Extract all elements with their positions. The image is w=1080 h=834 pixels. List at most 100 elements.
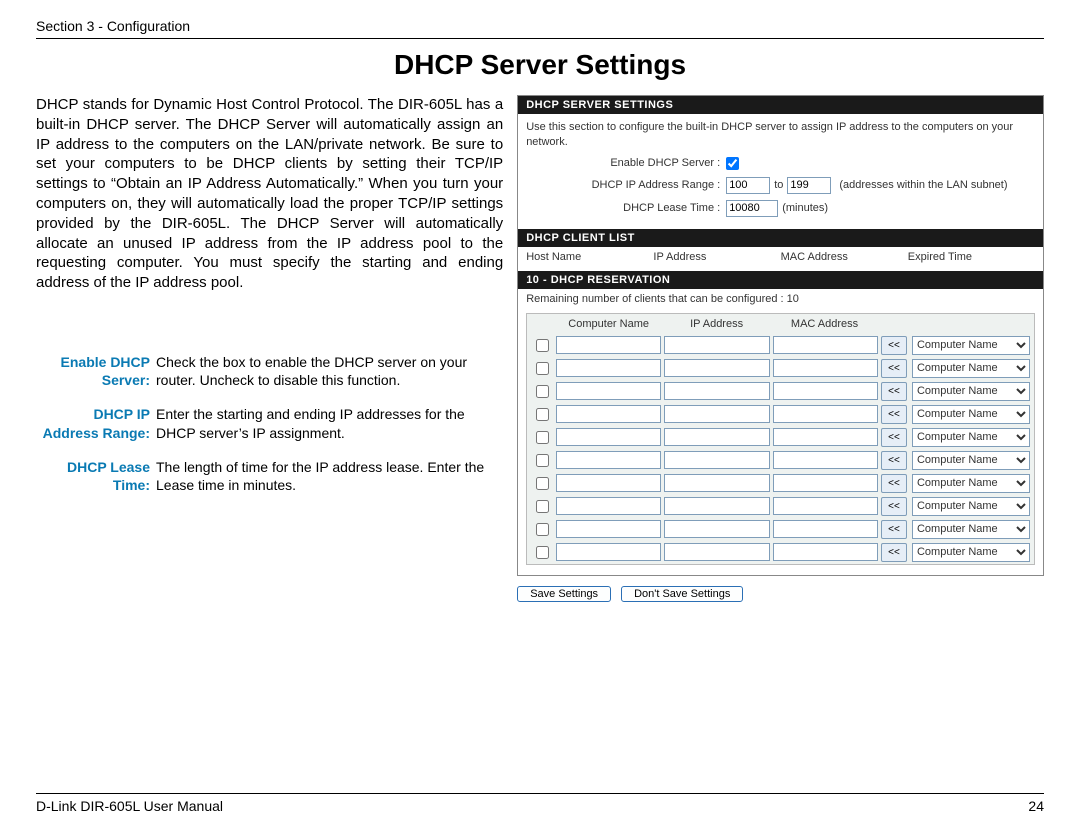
- range-end-input[interactable]: [787, 177, 831, 194]
- reservation-computer-input[interactable]: [556, 474, 661, 492]
- reservation-ip-input[interactable]: [664, 359, 769, 377]
- copy-from-list-button[interactable]: <<: [881, 497, 907, 516]
- reservation-row: << Computer Name: [527, 357, 1034, 380]
- reservation-mac-input[interactable]: [773, 405, 878, 423]
- reservation-ip-input[interactable]: [664, 543, 769, 561]
- reservation-ip-input[interactable]: [664, 336, 769, 354]
- client-column-header: Host Name: [526, 251, 653, 263]
- reservation-computer-select[interactable]: Computer Name: [912, 428, 1030, 447]
- reservation-row: << Computer Name: [527, 426, 1034, 449]
- reservation-enable-checkbox[interactable]: [536, 431, 549, 444]
- divider: [36, 38, 1044, 39]
- reservation-computer-select[interactable]: Computer Name: [912, 451, 1030, 470]
- res-header-ip: IP Address: [664, 318, 769, 330]
- lease-input[interactable]: [726, 200, 778, 217]
- client-column-header: Expired Time: [908, 251, 1035, 263]
- reservation-mac-input[interactable]: [773, 474, 878, 492]
- res-header-computer: Computer Name: [556, 318, 661, 330]
- copy-from-list-button[interactable]: <<: [881, 336, 907, 355]
- reservation-mac-input[interactable]: [773, 336, 878, 354]
- reservation-computer-input[interactable]: [556, 382, 661, 400]
- section-label: Section 3 - Configuration: [36, 18, 1044, 34]
- copy-from-list-button[interactable]: <<: [881, 451, 907, 470]
- reservation-row: << Computer Name: [527, 518, 1034, 541]
- reservation-enable-checkbox[interactable]: [536, 339, 549, 352]
- reservation-computer-select[interactable]: Computer Name: [912, 520, 1030, 539]
- copy-from-list-button[interactable]: <<: [881, 405, 907, 424]
- range-note: (addresses within the LAN subnet): [839, 178, 1007, 193]
- reservation-enable-checkbox[interactable]: [536, 454, 549, 467]
- reservation-enable-checkbox[interactable]: [536, 385, 549, 398]
- client-column-header: MAC Address: [781, 251, 908, 263]
- page-title: DHCP Server Settings: [36, 49, 1044, 81]
- reservation-ip-input[interactable]: [664, 497, 769, 515]
- reservation-enable-checkbox[interactable]: [536, 523, 549, 536]
- reservation-computer-select[interactable]: Computer Name: [912, 336, 1030, 355]
- reservation-row: << Computer Name: [527, 403, 1034, 426]
- def-desc: Enter the starting and ending IP address…: [156, 405, 503, 441]
- range-start-input[interactable]: [726, 177, 770, 194]
- intro-paragraph: DHCP stands for Dynamic Host Control Pro…: [36, 95, 503, 293]
- reservation-ip-input[interactable]: [664, 474, 769, 492]
- reservation-ip-input[interactable]: [664, 382, 769, 400]
- reservation-computer-input[interactable]: [556, 543, 661, 561]
- copy-from-list-button[interactable]: <<: [881, 520, 907, 539]
- reservation-row: << Computer Name: [527, 495, 1034, 518]
- client-column-header: IP Address: [653, 251, 780, 263]
- reservation-row: << Computer Name: [527, 334, 1034, 357]
- reservation-mac-input[interactable]: [773, 428, 878, 446]
- reservation-computer-input[interactable]: [556, 405, 661, 423]
- reservation-enable-checkbox[interactable]: [536, 477, 549, 490]
- reservation-enable-checkbox[interactable]: [536, 362, 549, 375]
- footer-page-number: 24: [1028, 798, 1044, 814]
- reservation-computer-select[interactable]: Computer Name: [912, 405, 1030, 424]
- reservation-computer-input[interactable]: [556, 336, 661, 354]
- reservation-computer-select[interactable]: Computer Name: [912, 474, 1030, 493]
- copy-from-list-button[interactable]: <<: [881, 382, 907, 401]
- reservation-enable-checkbox[interactable]: [536, 408, 549, 421]
- enable-dhcp-label: Enable DHCP Server :: [526, 156, 726, 171]
- reservation-computer-input[interactable]: [556, 428, 661, 446]
- panel-header-clients: DHCP CLIENT LIST: [518, 229, 1043, 247]
- reservation-computer-input[interactable]: [556, 520, 661, 538]
- reservation-ip-input[interactable]: [664, 451, 769, 469]
- copy-from-list-button[interactable]: <<: [881, 428, 907, 447]
- reservation-enable-checkbox[interactable]: [536, 500, 549, 513]
- copy-from-list-button[interactable]: <<: [881, 543, 907, 562]
- enable-dhcp-checkbox[interactable]: [726, 157, 739, 170]
- reservation-mac-input[interactable]: [773, 359, 878, 377]
- reservation-computer-input[interactable]: [556, 359, 661, 377]
- reservation-mac-input[interactable]: [773, 451, 878, 469]
- left-column: DHCP stands for Dynamic Host Control Pro…: [36, 95, 503, 510]
- reservation-computer-select[interactable]: Computer Name: [912, 359, 1030, 378]
- reservation-computer-select[interactable]: Computer Name: [912, 382, 1030, 401]
- reservation-mac-input[interactable]: [773, 382, 878, 400]
- reservation-ip-input[interactable]: [664, 520, 769, 538]
- lease-label: DHCP Lease Time :: [526, 201, 726, 216]
- reservation-enable-checkbox[interactable]: [536, 546, 549, 559]
- reservation-note: Remaining number of clients that can be …: [526, 293, 1035, 305]
- def-term: Enable DHCP Server:: [36, 353, 156, 389]
- reservation-ip-input[interactable]: [664, 428, 769, 446]
- reservation-mac-input[interactable]: [773, 543, 878, 561]
- save-button[interactable]: Save Settings: [517, 586, 611, 602]
- reservation-mac-input[interactable]: [773, 497, 878, 515]
- def-term: DHCP Lease Time:: [36, 458, 156, 494]
- reservation-computer-input[interactable]: [556, 451, 661, 469]
- reservation-mac-input[interactable]: [773, 520, 878, 538]
- divider: [36, 793, 1044, 794]
- copy-from-list-button[interactable]: <<: [881, 359, 907, 378]
- reservation-row: << Computer Name: [527, 472, 1034, 495]
- def-term: DHCP IP Address Range:: [36, 405, 156, 441]
- reservation-ip-input[interactable]: [664, 405, 769, 423]
- copy-from-list-button[interactable]: <<: [881, 474, 907, 493]
- router-screenshot: DHCP SERVER SETTINGS Use this section to…: [517, 95, 1044, 602]
- reservation-computer-input[interactable]: [556, 497, 661, 515]
- dont-save-button[interactable]: Don't Save Settings: [621, 586, 743, 602]
- reservation-row: << Computer Name: [527, 541, 1034, 564]
- reservation-computer-select[interactable]: Computer Name: [912, 543, 1030, 562]
- res-header-mac: MAC Address: [772, 318, 877, 330]
- def-desc: Check the box to enable the DHCP server …: [156, 353, 503, 389]
- reservation-computer-select[interactable]: Computer Name: [912, 497, 1030, 516]
- panel-desc: Use this section to configure the built-…: [526, 120, 1035, 150]
